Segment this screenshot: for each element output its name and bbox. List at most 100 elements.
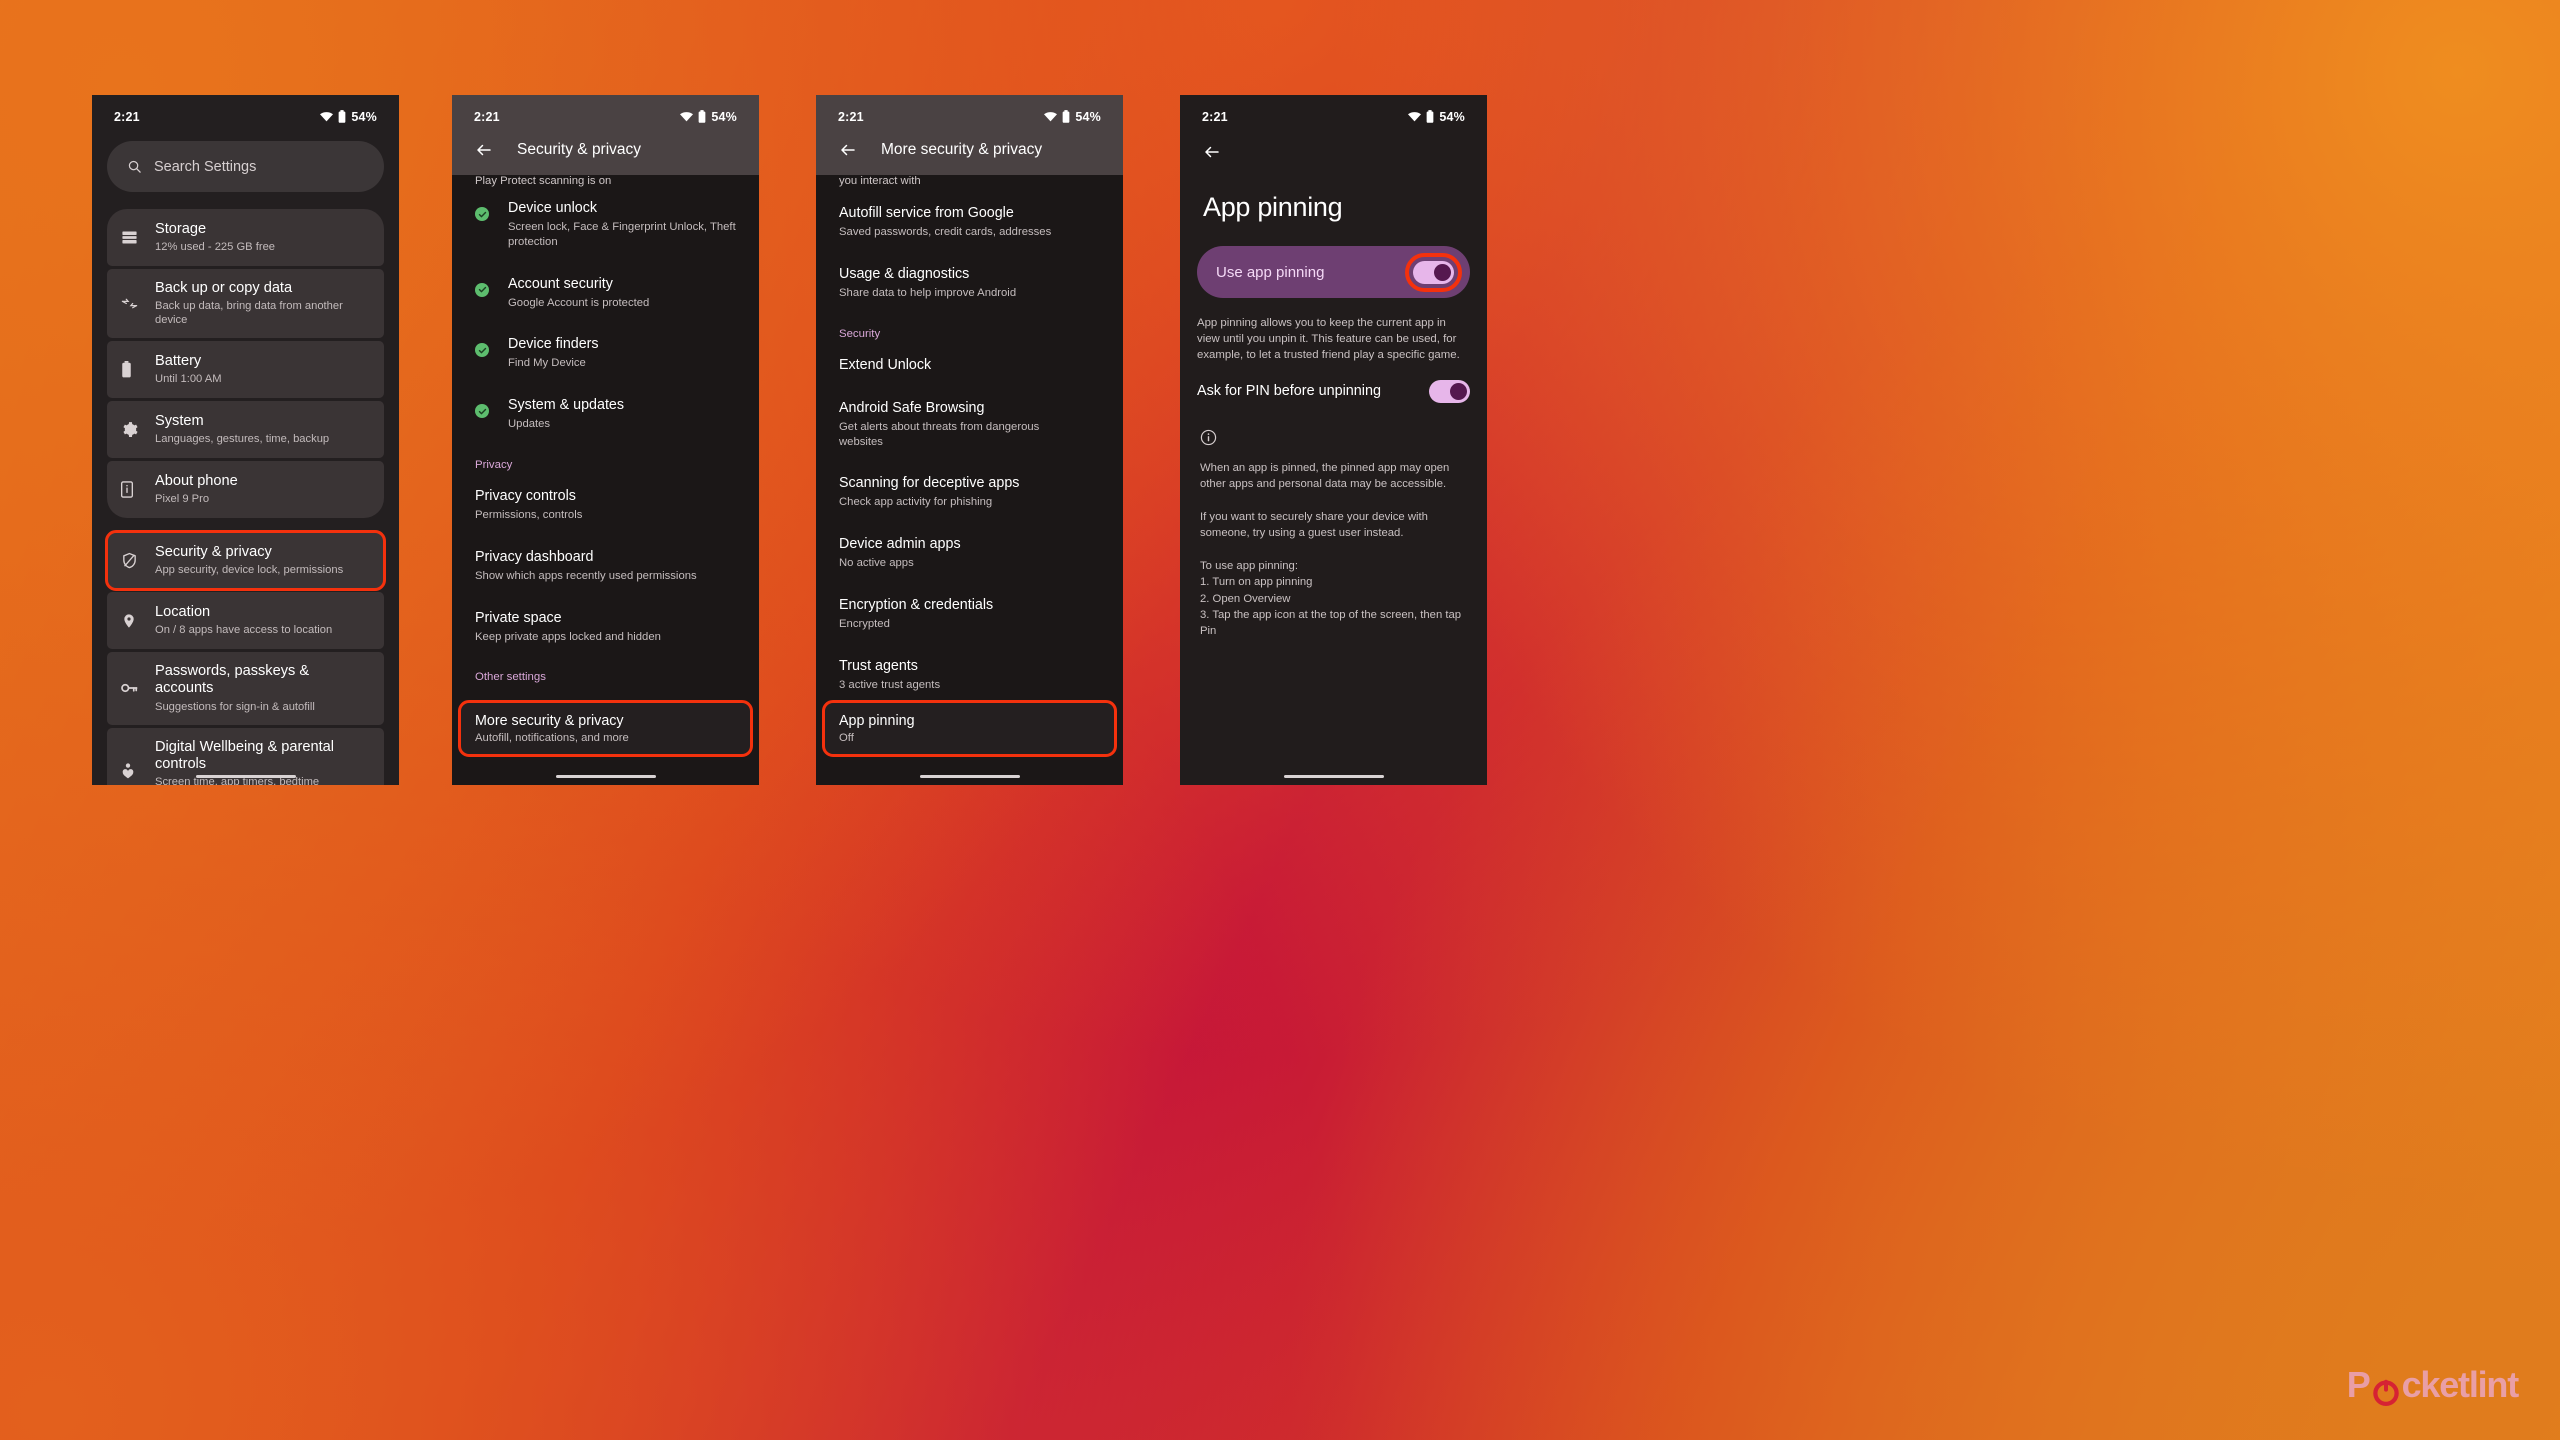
use-app-pinning-toggle[interactable]: [1405, 252, 1462, 292]
back-button[interactable]: [1180, 125, 1487, 166]
info-icon: [1200, 429, 1217, 446]
battery-icon: [698, 110, 706, 123]
item-title: Encryption & credentials: [839, 596, 994, 613]
item-subtitle: Google Account is protected: [508, 296, 650, 309]
phone-info-icon: [121, 481, 155, 498]
item-subtitle: 12% used - 225 GB free: [155, 241, 276, 254]
item-subtitle: Updates: [508, 418, 551, 431]
nav-gesture-bar[interactable]: [452, 774, 759, 778]
list-item[interactable]: Privacy controls Permissions, controls: [475, 475, 736, 536]
item-title: App pinning: [839, 713, 915, 729]
battery-icon: [1426, 110, 1434, 123]
item-title: Device unlock: [508, 200, 597, 216]
item-subtitle: Until 1:00 AM: [155, 373, 222, 386]
item-title: Storage: [155, 220, 207, 237]
check-icon: [475, 397, 508, 419]
item-subtitle: Find My Device: [508, 357, 586, 370]
item-title: Back up or copy data: [155, 280, 293, 296]
battery-percent: 54%: [1439, 109, 1465, 124]
list-item[interactable]: Privacy dashboard Show which apps recentl…: [475, 536, 736, 597]
item-title: Usage & diagnostics: [839, 265, 970, 282]
nav-gesture-bar[interactable]: [1180, 774, 1487, 778]
section-header-other-settings: Other settings: [475, 671, 546, 684]
item-title: System & updates: [508, 397, 625, 414]
item-title: Private space: [475, 609, 562, 626]
settings-item-app-pinning[interactable]: App pinning Off: [822, 700, 1117, 757]
content-scroll[interactable]: Play Protect scanning is on Device unloc…: [452, 171, 759, 687]
watermark-part2: cketlint: [2401, 1364, 2520, 1405]
watermark-part1: P: [2346, 1364, 2371, 1405]
phone-screen-app-pinning: 2:21 54% App pinning Use app pinning App…: [1180, 95, 1487, 785]
item-subtitle: No active apps: [839, 557, 914, 570]
list-item[interactable]: Autofill service from Google Saved passwo…: [839, 187, 1100, 253]
item-title: Security & privacy: [155, 544, 272, 561]
settings-item-battery[interactable]: Battery Until 1:00 AM: [107, 341, 384, 399]
list-item[interactable]: Device finders Find My Device: [475, 323, 736, 384]
item-subtitle: Permissions, controls: [475, 509, 583, 522]
item-subtitle: On / 8 apps have access to location: [155, 624, 333, 637]
settings-item-passwords[interactable]: Passwords, passkeys & accounts Suggestion…: [107, 652, 384, 725]
list-item[interactable]: Trust agents 3 active trust agents: [839, 645, 1100, 706]
settings-list: Storage 12% used - 225 GB free Back up or…: [105, 209, 386, 785]
item-subtitle: Encrypted: [839, 618, 890, 631]
item-title: Extend Unlock: [839, 356, 932, 373]
list-item[interactable]: Android Safe Browsing Get alerts about th…: [839, 387, 1100, 463]
ask-pin-toggle[interactable]: [1429, 379, 1470, 403]
location-pin-icon: [121, 613, 155, 629]
power-icon: [2371, 1370, 2401, 1406]
content-scroll[interactable]: you interact with Autofill service from …: [816, 171, 1123, 706]
list-item[interactable]: Encryption & credentials Encrypted: [839, 584, 1100, 645]
toggle-label: Use app pinning: [1216, 263, 1325, 281]
status-bar: 2:21 54%: [92, 95, 399, 125]
settings-item-storage[interactable]: Storage 12% used - 225 GB free: [107, 209, 384, 266]
settings-item-more-security-privacy[interactable]: More security & privacy Autofill, notifi…: [458, 700, 753, 757]
list-item[interactable]: Scanning for deceptive apps Check app act…: [839, 462, 1100, 523]
item-title: Digital Wellbeing & parental controls: [155, 738, 335, 772]
phone-screen-settings: 2:21 54% Search Settings Storage 12% used…: [92, 95, 399, 785]
gear-icon: [121, 421, 155, 438]
wifi-icon: [1408, 111, 1422, 122]
section-header-privacy: Privacy: [475, 458, 513, 471]
settings-item-security-privacy[interactable]: Security & privacy App security, device l…: [105, 530, 386, 592]
app-bar: Security & privacy: [452, 125, 759, 175]
list-item[interactable]: System & updates Updates: [475, 384, 736, 445]
page-title: App pinning: [1203, 192, 1343, 222]
phone-screen-security-privacy: 2:21 54% Security & privacy Play Protect…: [452, 95, 759, 785]
list-item[interactable]: Device admin apps No active apps: [839, 523, 1100, 584]
list-item[interactable]: Device unlock Screen lock, Face & Fingerp…: [475, 187, 736, 263]
settings-item-about-phone[interactable]: About phone Pixel 9 Pro: [107, 461, 384, 519]
item-subtitle: Languages, gestures, time, backup: [155, 433, 330, 446]
check-icon: [475, 336, 508, 358]
nav-gesture-bar[interactable]: [816, 774, 1123, 778]
status-time: 2:21: [838, 109, 864, 124]
list-item[interactable]: Extend Unlock: [839, 344, 1100, 387]
battery-percent: 54%: [351, 109, 377, 124]
ask-pin-row[interactable]: Ask for PIN before unpinning: [1180, 364, 1487, 403]
item-title: Privacy dashboard: [475, 548, 594, 565]
list-item[interactable]: Private space Keep private apps locked an…: [475, 597, 736, 658]
check-icon: [475, 276, 508, 297]
storage-icon: [121, 229, 155, 246]
item-title: Android Safe Browsing: [839, 399, 985, 416]
status-bar: 2:21 54%: [1180, 95, 1487, 125]
item-title: Battery: [155, 353, 202, 370]
back-arrow-icon[interactable]: [839, 141, 857, 159]
item-title: Account security: [508, 275, 613, 292]
item-title: Passwords, passkeys & accounts: [155, 663, 310, 697]
nav-gesture-bar[interactable]: [92, 774, 399, 778]
item-title: Trust agents: [839, 657, 918, 674]
item-subtitle: Show which apps recently used permission…: [475, 569, 697, 582]
settings-item-location[interactable]: Location On / 8 apps have access to locat…: [107, 592, 384, 650]
use-app-pinning-row[interactable]: Use app pinning: [1197, 246, 1470, 298]
back-arrow-icon[interactable]: [475, 141, 493, 159]
battery-percent: 54%: [711, 109, 737, 124]
settings-item-backup[interactable]: Back up or copy data Back up data, bring …: [107, 269, 384, 339]
search-input[interactable]: Search Settings: [107, 141, 384, 192]
list-item[interactable]: Account security Google Account is protec…: [475, 263, 736, 324]
phone-screen-more-security-privacy: 2:21 54% More security & privacy you int…: [816, 95, 1123, 785]
back-arrow-icon[interactable]: [1203, 146, 1221, 165]
wifi-icon: [320, 111, 334, 122]
settings-item-system[interactable]: System Languages, gestures, time, backup: [107, 401, 384, 459]
item-subtitle: Saved passwords, credit cards, addresses: [839, 226, 1052, 239]
list-item[interactable]: Usage & diagnostics Share data to help im…: [839, 253, 1100, 314]
